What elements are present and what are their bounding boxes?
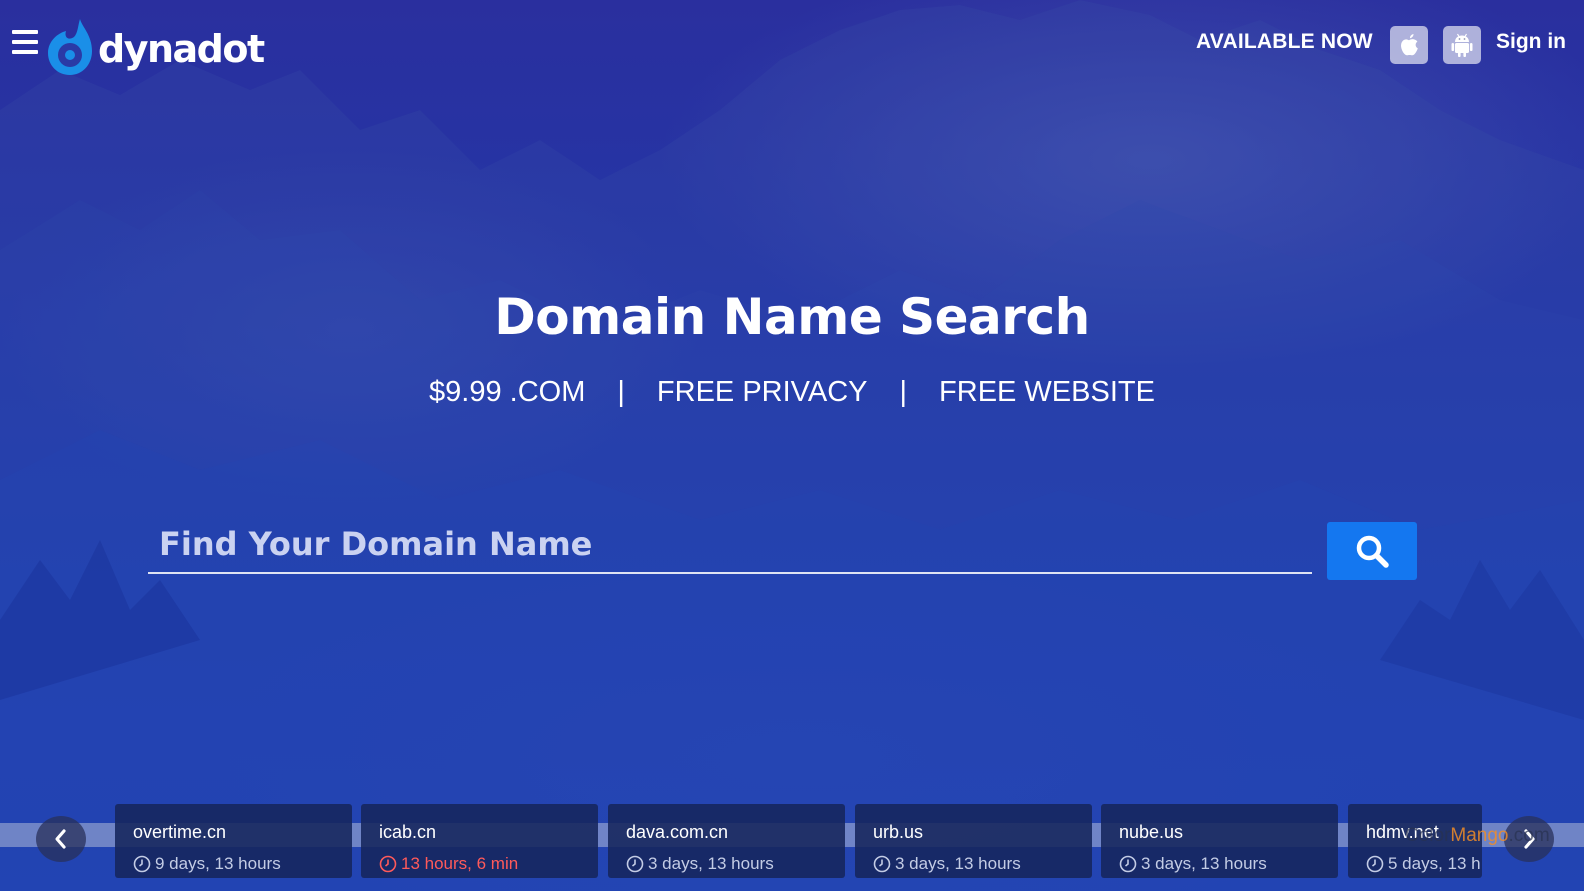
auction-time-left: 9 days, 13 hours [133,854,281,874]
chevron-left-icon [55,829,66,849]
expiring-auctions-carousel: overtime.cn 9 days, 13 hours icab.cn 13 … [0,795,1584,891]
auction-card[interactable]: icab.cn 13 hours, 6 min [361,804,598,878]
feature-free-privacy: FREE PRIVACY [656,376,868,408]
logo-text: dynadot [98,27,265,71]
mountain-background [0,0,1584,891]
auction-time-text: 3 days, 13 hours [648,854,774,873]
clock-icon [1366,855,1384,873]
auction-time-text: 3 days, 13 hours [1141,854,1267,873]
search-icon [1356,535,1389,568]
watermark: ColorMango.com [1405,825,1550,847]
search-button[interactable] [1327,522,1417,580]
domain-search-input[interactable] [148,518,1312,570]
watermark-accent: Mango [1450,825,1509,846]
dynadot-logo[interactable]: dynadot [46,16,265,78]
sign-in-link[interactable]: Sign in [1496,30,1566,54]
dynadot-flame-icon [48,19,92,75]
auction-card[interactable]: urb.us 3 days, 13 hours [855,804,1092,878]
feature-separator: | [899,376,908,408]
apple-icon [1401,34,1418,56]
feature-free-website: FREE WEBSITE [939,376,1155,408]
clock-icon [379,855,397,873]
clock-icon [133,855,151,873]
site-header: dynadot AVAILABLE NOW Sign in [0,0,1584,90]
auction-card[interactable]: dava.com.cn 3 days, 13 hours [608,804,845,878]
auction-time-text: 9 days, 13 hours [155,854,281,873]
hero-features: $9.99 .COM | FREE PRIVACY | FREE WEBSITE [0,376,1584,409]
auction-time-left: 5 days, 13 h [1366,854,1481,874]
page-title: Domain Name Search [494,288,1090,346]
auction-card[interactable]: nube.us 3 days, 13 hours [1101,804,1338,878]
available-now-label: AVAILABLE NOW [1196,30,1373,53]
auction-time-text: 3 days, 13 hours [895,854,1021,873]
auction-domain: urb.us [873,822,924,842]
hamburger-menu-icon[interactable] [12,30,38,54]
android-app-button[interactable] [1443,26,1481,64]
watermark-part: Color [1405,825,1451,846]
auction-time-left: 3 days, 13 hours [1119,854,1267,874]
auction-domain: dava.com.cn [626,822,729,842]
clock-icon [626,855,644,873]
auction-time-left: 3 days, 13 hours [873,854,1021,874]
android-icon [1451,33,1473,57]
clock-icon [873,855,891,873]
watermark-part: .com [1508,825,1550,846]
clock-icon [1119,855,1137,873]
auction-domain: nube.us [1119,822,1184,842]
auction-domain: overtime.cn [133,822,227,842]
auction-card[interactable]: overtime.cn 9 days, 13 hours [115,804,352,878]
auction-time-text: 13 hours, 6 min [401,854,519,873]
auction-time-left: 3 days, 13 hours [626,854,774,874]
dynadot-home-page: dynadot AVAILABLE NOW Sign in Domain Nam… [0,0,1584,891]
auction-time-left: 13 hours, 6 min [379,854,518,874]
domain-search-field [148,518,1312,574]
carousel-prev-button[interactable] [36,816,86,862]
feature-com-price: $9.99 .COM [429,376,586,408]
auction-time-text: 5 days, 13 h [1388,854,1481,873]
auction-domain: icab.cn [379,822,437,842]
ios-app-button[interactable] [1390,26,1428,64]
feature-separator: | [617,376,625,408]
